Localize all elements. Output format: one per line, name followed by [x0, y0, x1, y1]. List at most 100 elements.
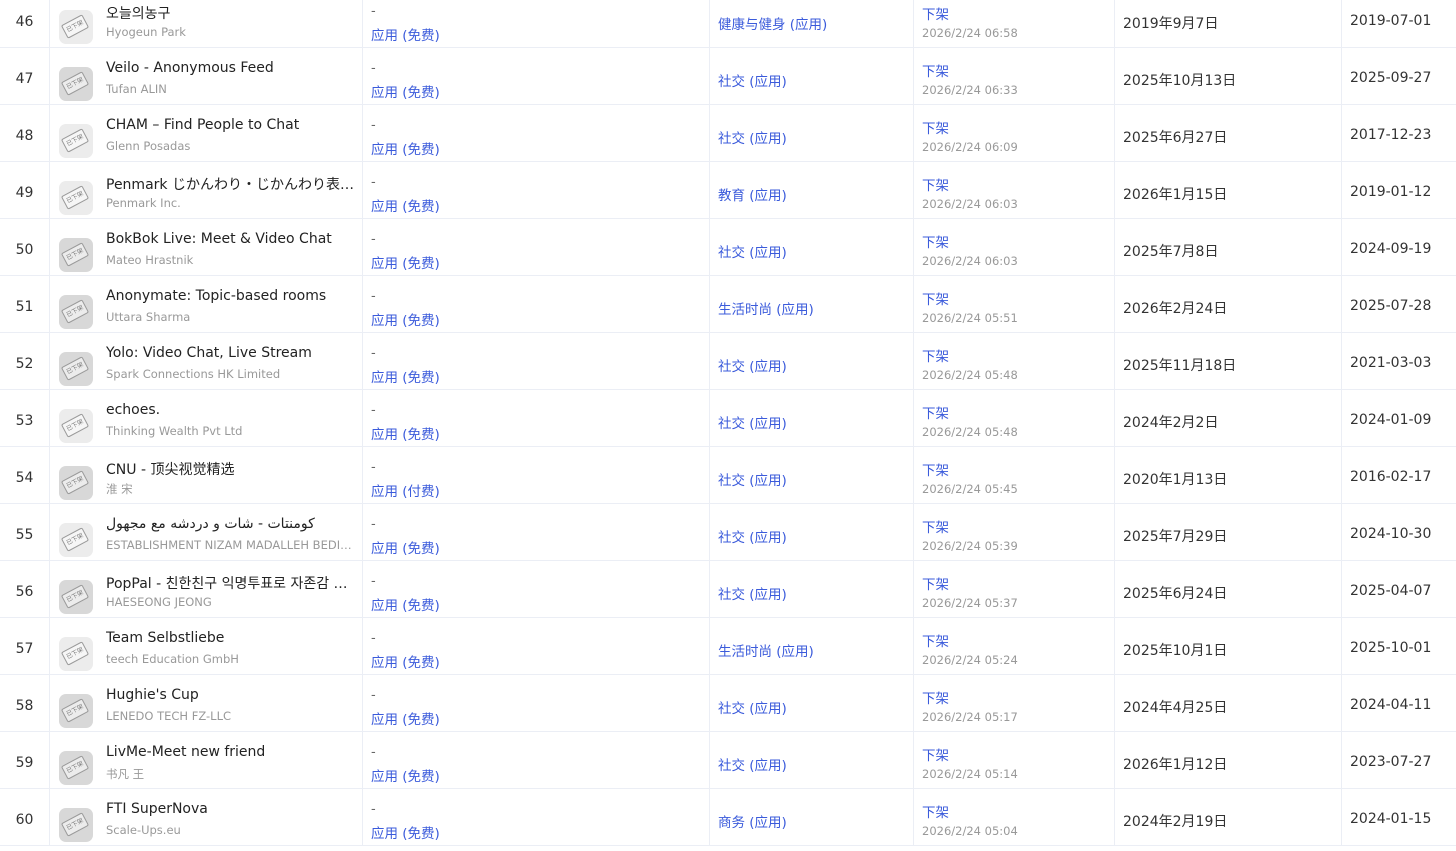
table-row[interactable]: 50 已下架 A BokBok Live: Meet & Video Chat … — [0, 219, 1456, 276]
price-type-link[interactable]: 应用 (免费) — [371, 765, 440, 785]
app-icon[interactable]: 已下架 A — [59, 523, 93, 557]
table-row[interactable]: 51 已下架 A Anonymate: Topic-based rooms Ut… — [0, 276, 1456, 333]
table-row[interactable]: 56 已下架 A PopPal - 친한친구 익명투표로 자존감 … HAESE… — [0, 561, 1456, 618]
category-link[interactable]: 社交 (应用) — [718, 526, 787, 546]
table-row[interactable]: 47 已下架 A Veilo - Anonymous Feed Tufan AL… — [0, 48, 1456, 105]
update-date-cell: 2024-09-19 — [1342, 219, 1456, 275]
price-type-link[interactable]: 应用 (免费) — [371, 708, 440, 728]
price-type-link[interactable]: 应用 (免费) — [371, 195, 440, 215]
app-icon[interactable]: 已下架 A — [59, 694, 93, 728]
app-icon[interactable]: 已下架 A — [59, 751, 93, 785]
price-type-link[interactable]: 应用 (免费) — [371, 252, 440, 272]
app-icon[interactable]: 已下架 A — [59, 409, 93, 443]
delisted-stamp-icon: 已下架 — [60, 14, 90, 39]
status-link[interactable]: 下架 — [922, 573, 949, 593]
table-row[interactable]: 52 已下架 A Yolo: Video Chat, Live Stream S… — [0, 333, 1456, 390]
app-icon[interactable]: 已下架 A — [59, 295, 93, 329]
app-icon[interactable]: 已下架 A — [59, 637, 93, 671]
status-link[interactable]: 下架 — [922, 117, 949, 137]
category-link[interactable]: 商务 (应用) — [718, 811, 787, 831]
category-link[interactable]: 生活时尚 (应用) — [718, 640, 814, 660]
app-name-link[interactable]: CNU - 顶尖视觉精选 — [106, 459, 356, 479]
table-row[interactable]: 53 已下架 A echoes. Thinking Wealth Pvt Ltd… — [0, 390, 1456, 447]
status-link[interactable]: 下架 — [922, 60, 949, 80]
status-link[interactable]: 下架 — [922, 459, 949, 479]
status-link[interactable]: 下架 — [922, 231, 949, 251]
category-link[interactable]: 社交 (应用) — [718, 697, 787, 717]
app-name-link[interactable]: Hughie's Cup — [106, 687, 356, 703]
app-name-link[interactable]: Yolo: Video Chat, Live Stream — [106, 345, 356, 361]
category-link[interactable]: 社交 (应用) — [718, 355, 787, 375]
app-icon[interactable]: 已下架 A — [59, 238, 93, 272]
category-cell: 社交 (应用) — [710, 504, 914, 560]
release-date: 2025年7月8日 — [1123, 244, 1219, 260]
app-name-link[interactable]: Anonymate: Topic-based rooms — [106, 288, 356, 304]
price-type-link[interactable]: 应用 (付费) — [371, 480, 440, 500]
app-name-link[interactable]: FTI SuperNova — [106, 801, 356, 817]
category-link[interactable]: 社交 (应用) — [718, 412, 787, 432]
category-link[interactable]: 健康与健身 (应用) — [718, 13, 827, 33]
table-row[interactable]: 58 已下架 A Hughie's Cup LENEDO TECH FZ-LLC… — [0, 675, 1456, 732]
category-link[interactable]: 社交 (应用) — [718, 127, 787, 147]
status-time: 2026/2/24 05:37 — [922, 596, 1018, 610]
app-name-link[interactable]: CHAM – Find People to Chat — [106, 117, 356, 133]
price-type-link[interactable]: 应用 (免费) — [371, 81, 440, 101]
app-name-link[interactable]: BokBok Live: Meet & Video Chat — [106, 231, 356, 247]
category-link[interactable]: 社交 (应用) — [718, 754, 787, 774]
status-link[interactable]: 下架 — [922, 687, 949, 707]
status-link[interactable]: 下架 — [922, 630, 949, 650]
table-row[interactable]: 46 已下架 A 오늘의농구 Hyogeun Park - 应用 (免费) 健康… — [0, 0, 1456, 48]
table-row[interactable]: 59 已下架 A LivMe-Meet new friend 书凡 王 - 应用… — [0, 732, 1456, 789]
price-type-link[interactable]: 应用 (免费) — [371, 423, 440, 443]
category-cell: 社交 (应用) — [710, 561, 914, 617]
status-link[interactable]: 下架 — [922, 3, 949, 23]
app-icon[interactable]: 已下架 A — [59, 10, 93, 44]
app-icon[interactable]: 已下架 A — [59, 352, 93, 386]
price-type-link[interactable]: 应用 (免费) — [371, 366, 440, 386]
app-icon[interactable]: 已下架 A — [59, 808, 93, 842]
status-link[interactable]: 下架 — [922, 516, 949, 536]
update-date: 2025-04-07 — [1350, 583, 1432, 599]
app-name-link[interactable]: كومنتات - شات و دردشه مع مجهول — [106, 516, 356, 532]
app-name-link[interactable]: Team Selbstliebe — [106, 630, 356, 646]
app-name-link[interactable]: 오늘의농구 — [106, 3, 356, 23]
category-link[interactable]: 社交 (应用) — [718, 241, 787, 261]
price-type-link[interactable]: 应用 (免费) — [371, 309, 440, 329]
app-name-link[interactable]: echoes. — [106, 402, 356, 418]
price-cell: - 应用 (免费) — [363, 276, 710, 332]
status-link[interactable]: 下架 — [922, 402, 949, 422]
app-icon[interactable]: 已下架 A — [59, 181, 93, 215]
category-link[interactable]: 生活时尚 (应用) — [718, 298, 814, 318]
app-icon[interactable]: 已下架 A — [59, 124, 93, 158]
price-type-link[interactable]: 应用 (免费) — [371, 822, 440, 842]
app-name-link[interactable]: Penmark じかんわり・じかんわり表… — [106, 174, 356, 194]
update-date-cell: 2019-07-01 — [1342, 0, 1456, 47]
status-link[interactable]: 下架 — [922, 345, 949, 365]
price-type-link[interactable]: 应用 (免费) — [371, 594, 440, 614]
app-icon[interactable]: 已下架 A — [59, 466, 93, 500]
app-icon[interactable]: 已下架 A — [59, 67, 93, 101]
price-type-link[interactable]: 应用 (免费) — [371, 138, 440, 158]
table-row[interactable]: 55 已下架 A كومنتات - شات و دردشه مع مجهول … — [0, 504, 1456, 561]
app-name-link[interactable]: LivMe-Meet new friend — [106, 744, 356, 760]
category-link[interactable]: 教育 (应用) — [718, 184, 787, 204]
app-name-link[interactable]: PopPal - 친한친구 익명투표로 자존감 … — [106, 573, 356, 593]
category-link[interactable]: 社交 (应用) — [718, 583, 787, 603]
price-type-link[interactable]: 应用 (免费) — [371, 537, 440, 557]
table-row[interactable]: 49 已下架 A Penmark じかんわり・じかんわり表… Penmark I… — [0, 162, 1456, 219]
status-link[interactable]: 下架 — [922, 801, 949, 821]
table-row[interactable]: 48 已下架 A CHAM – Find People to Chat Glen… — [0, 105, 1456, 162]
app-name-link[interactable]: Veilo - Anonymous Feed — [106, 60, 356, 76]
table-row[interactable]: 57 已下架 A Team Selbstliebe teech Educatio… — [0, 618, 1456, 675]
app-icon[interactable]: 已下架 A — [59, 580, 93, 614]
category-link[interactable]: 社交 (应用) — [718, 70, 787, 90]
status-link[interactable]: 下架 — [922, 174, 949, 194]
table-row[interactable]: 54 已下架 A CNU - 顶尖视觉精选 淮 宋 - 应用 (付费) 社交 (… — [0, 447, 1456, 504]
price-type-link[interactable]: 应用 (免费) — [371, 24, 440, 44]
category-link[interactable]: 社交 (应用) — [718, 469, 787, 489]
table-row[interactable]: 60 已下架 A FTI SuperNova Scale-Ups.eu - 应用… — [0, 789, 1456, 846]
status-cell: 下架 2026/2/24 06:33 — [914, 48, 1115, 104]
status-link[interactable]: 下架 — [922, 288, 949, 308]
status-link[interactable]: 下架 — [922, 744, 949, 764]
price-type-link[interactable]: 应用 (免费) — [371, 651, 440, 671]
